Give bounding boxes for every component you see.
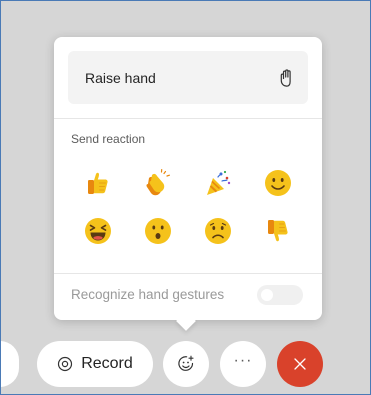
reaction-grid [68,159,308,255]
raise-hand-button[interactable]: Raise hand [68,51,308,104]
divider [54,273,322,274]
record-label: Record [81,355,133,372]
reaction-panel: Raise hand Send reaction Recognize hand … [54,37,322,320]
hand-gestures-toggle[interactable] [257,285,303,305]
thumbs-up-reaction[interactable] [68,159,128,207]
laughing-face-icon [85,218,111,244]
surprised-face-reaction[interactable] [128,207,188,255]
toolbar-button-partial[interactable] [1,341,19,387]
smiling-face-reaction[interactable] [248,159,308,207]
party-popper-reaction[interactable] [188,159,248,207]
clapping-hands-reaction[interactable] [128,159,188,207]
record-button[interactable]: Record [37,341,153,387]
raise-hand-label: Raise hand [85,69,156,86]
close-icon [294,358,306,370]
more-options-button[interactable]: ··· [220,341,266,387]
react-button[interactable] [163,341,209,387]
thumbs-down-reaction[interactable] [248,207,308,255]
divider [54,118,322,119]
record-icon [58,356,73,372]
send-reaction-title: Send reaction [71,132,146,146]
emoji-add-icon [178,355,194,371]
more-icon: ··· [233,352,253,369]
surprised-face-icon [145,218,171,244]
laughing-face-reaction[interactable] [68,207,128,255]
toggle-knob [261,289,273,301]
thumbs-down-icon [268,220,288,242]
clapping-hands-icon [146,169,170,196]
gesture-toggle-label: Recognize hand gestures [71,287,225,302]
app-frame: Raise hand Send reaction Recognize hand … [0,0,371,395]
raised-hand-icon [278,68,294,87]
smiling-face-icon [265,170,291,196]
close-button[interactable] [277,341,323,387]
sad-face-reaction[interactable] [188,207,248,255]
sad-face-icon [205,218,231,244]
party-popper-icon [207,170,231,195]
thumbs-up-icon [88,172,108,194]
